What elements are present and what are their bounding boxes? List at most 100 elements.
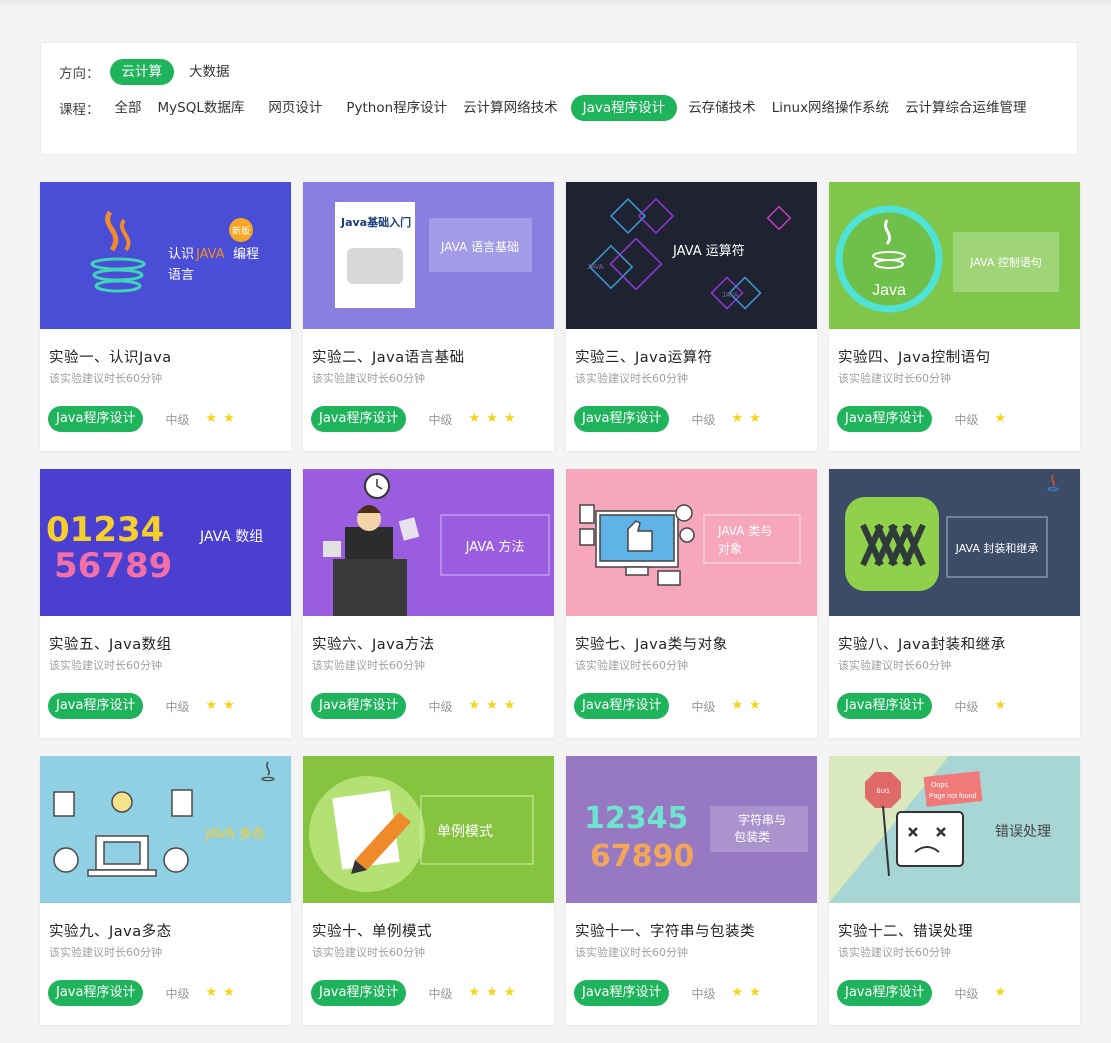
svg-text:JAVA 类与: JAVA 类与 (717, 524, 772, 538)
course-web-design[interactable]: 网页设计 (263, 95, 327, 121)
course-python[interactable]: Python程序设计 (341, 95, 452, 121)
course-linux[interactable]: Linux网络操作系统 (767, 95, 894, 121)
star-icon: ★ (486, 985, 498, 1000)
course-tag[interactable]: Java程序设计 (574, 693, 670, 719)
experiment-card-3[interactable]: JAVA 运算符 JAVA JAVA 实验三、Java运算符 该实验建议时长60… (566, 182, 817, 451)
svg-text:56789: 56789 (54, 546, 172, 586)
card-footer: Java程序设计 中级 ★ ★ (48, 693, 241, 719)
experiment-card-11[interactable]: 12345 67890 字符串与 包装类 实验十一、字符串与包装类 该实验建议时… (566, 756, 817, 1025)
star-icon: ★ (503, 411, 516, 426)
svg-text:Java: Java (872, 282, 906, 299)
svg-text:JAVA: JAVA (195, 247, 225, 262)
star-icon: ★ (994, 411, 1007, 426)
course-tag[interactable]: Java程序设计 (574, 406, 670, 432)
course-tag[interactable]: Java程序设计 (48, 980, 144, 1006)
card-title: 实验七、Java类与对象 (575, 637, 728, 653)
experiment-card-7[interactable]: JAVA 类与 对象 实验七、Java类与对象 该实验建议时长60分钟 Java… (566, 469, 817, 738)
course-tag[interactable]: Java程序设计 (837, 693, 933, 719)
card-footer: Java程序设计 中级 ★ (837, 406, 1012, 432)
package-icon (845, 497, 939, 591)
course-tag[interactable]: Java程序设计 (311, 980, 407, 1006)
rating-stars: ★ ★ (205, 986, 240, 1000)
difficulty-level: 中级 (691, 412, 716, 427)
svg-text:JAVA 数组: JAVA 数组 (199, 529, 263, 545)
experiment-card-4[interactable]: Java JAVA 控制语句 实验四、Java控制语句 该实验建议时长60分钟 … (829, 182, 1080, 451)
star-icon: ★ (205, 411, 218, 426)
course-tag[interactable]: Java程序设计 (311, 693, 407, 719)
star-icon: ★ (205, 985, 218, 1000)
card-footer: Java程序设计 中级 ★ ★ (574, 406, 767, 432)
svg-text:JAVA: JAVA (722, 292, 739, 299)
card-footer: Java程序设计 中级 ★ ★ (574, 980, 767, 1006)
course-tag[interactable]: Java程序设计 (311, 406, 407, 432)
card-footer: Java程序设计 中级 ★ ★ ★ (311, 693, 521, 719)
card-thumbnail: 01234 56789 JAVA 数组 (40, 469, 291, 616)
card-title: 实验十二、错误处理 (838, 924, 973, 940)
rating-stars: ★ ★ ★ (468, 412, 521, 426)
card-title: 实验四、Java控制语句 (838, 350, 991, 366)
star-icon: ★ (468, 411, 481, 426)
star-icon: ★ (503, 985, 516, 1000)
course-label: 课程： (59, 102, 100, 118)
difficulty-level: 中级 (954, 412, 979, 427)
direction-big-data[interactable]: 大数据 (184, 59, 235, 85)
rating-stars: ★ ★ (731, 699, 766, 713)
star-icon: ★ (205, 698, 218, 713)
difficulty-level: 中级 (165, 986, 190, 1001)
card-thumbnail: JAVA 类与 对象 (566, 469, 817, 616)
course-java[interactable]: Java程序设计 (570, 95, 678, 121)
experiment-card-5[interactable]: 01234 56789 JAVA 数组 实验五、Java数组 该实验建议时长60… (40, 469, 291, 738)
course-tag[interactable]: Java程序设计 (837, 980, 933, 1006)
experiment-card-9[interactable]: JAVA 多态 实验九、Java多态 该实验建议时长60分钟 Java程序设计 … (40, 756, 291, 1025)
rating-stars: ★ (994, 986, 1012, 1000)
card-thumbnail: JAVA 多态 (40, 756, 291, 903)
svg-text:编程: 编程 (233, 247, 259, 262)
svg-text:语言: 语言 (168, 268, 194, 283)
svg-text:包装类: 包装类 (734, 830, 770, 844)
star-icon: ★ (468, 698, 481, 713)
card-duration: 该实验建议时长60分钟 (575, 372, 688, 385)
course-tag[interactable]: Java程序设计 (837, 406, 933, 432)
course-tag[interactable]: Java程序设计 (574, 980, 670, 1006)
course-cloud-network[interactable]: 云计算网络技术 (458, 95, 563, 121)
course-tag[interactable]: Java程序设计 (48, 693, 144, 719)
card-thumbnail: BUG Oops, Page not found 错误处理 (829, 756, 1080, 903)
experiment-card-2[interactable]: Java基础入门 JAVA 语言基础 实验二、Java语言基础 该实验建议时长6… (303, 182, 554, 451)
experiment-card-10[interactable]: 单例模式 实验十、单例模式 该实验建议时长60分钟 Java程序设计 中级 ★ ★… (303, 756, 554, 1025)
pencil-paper-icon (309, 776, 425, 892)
rating-stars: ★ ★ ★ (468, 699, 521, 713)
course-filter-row: 课程： 全部 MySQL数据库 网页设计 Python程序设计 云计算网络技术 … (59, 95, 1032, 121)
card-duration: 该实验建议时长60分钟 (49, 946, 162, 959)
card-thumbnail: 12345 67890 字符串与 包装类 (566, 756, 817, 903)
experiment-card-12[interactable]: BUG Oops, Page not found 错误处理 实验十二、错误处理 … (829, 756, 1080, 1025)
course-cloud-ops[interactable]: 云计算综合运维管理 (900, 95, 1032, 121)
card-footer: Java程序设计 中级 ★ ★ ★ (311, 980, 521, 1006)
experiment-card-8[interactable]: JAVA 封装和继承 实验八、Java封装和继承 该实验建议时长60分钟 Jav… (829, 469, 1080, 738)
star-icon: ★ (223, 985, 235, 1000)
experiment-card-6[interactable]: JAVA 方法 实验六、Java方法 该实验建议时长60分钟 Java程序设计 … (303, 469, 554, 738)
svg-text:Page not found: Page not found (929, 793, 977, 800)
card-footer: Java程序设计 中级 ★ ★ (48, 980, 241, 1006)
svg-text:字符串与: 字符串与 (738, 812, 786, 827)
course-mysql[interactable]: MySQL数据库 (153, 95, 250, 121)
svg-text:JAVA 控制语句: JAVA 控制语句 (969, 255, 1042, 269)
rating-stars: ★ (994, 699, 1012, 713)
star-icon: ★ (749, 985, 761, 1000)
rating-stars: ★ (994, 412, 1012, 426)
direction-cloud-computing[interactable]: 云计算 (109, 59, 174, 85)
svg-text:67890: 67890 (590, 839, 694, 874)
course-tag[interactable]: Java程序设计 (48, 406, 144, 432)
star-icon: ★ (223, 698, 235, 713)
star-icon: ★ (994, 698, 1007, 713)
svg-text:12345: 12345 (584, 801, 688, 836)
card-title: 实验十一、字符串与包装类 (575, 924, 755, 940)
card-thumbnail: 新版 认识 JAVA 编程 语言 (40, 182, 291, 329)
filter-panel: 方向： 云计算 大数据 课程： 全部 MySQL数据库 网页设计 Python程… (40, 42, 1078, 155)
experiment-card-1[interactable]: 新版 认识 JAVA 编程 语言 实验一、认识Java 该实验建议时长60分钟 … (40, 182, 291, 451)
course-all[interactable]: 全部 (110, 95, 147, 121)
card-title: 实验二、Java语言基础 (312, 350, 465, 366)
svg-text:BUG: BUG (876, 789, 889, 795)
course-cloud-storage[interactable]: 云存储技术 (683, 95, 761, 121)
star-icon: ★ (731, 698, 744, 713)
svg-text:错误处理: 错误处理 (995, 824, 1051, 840)
